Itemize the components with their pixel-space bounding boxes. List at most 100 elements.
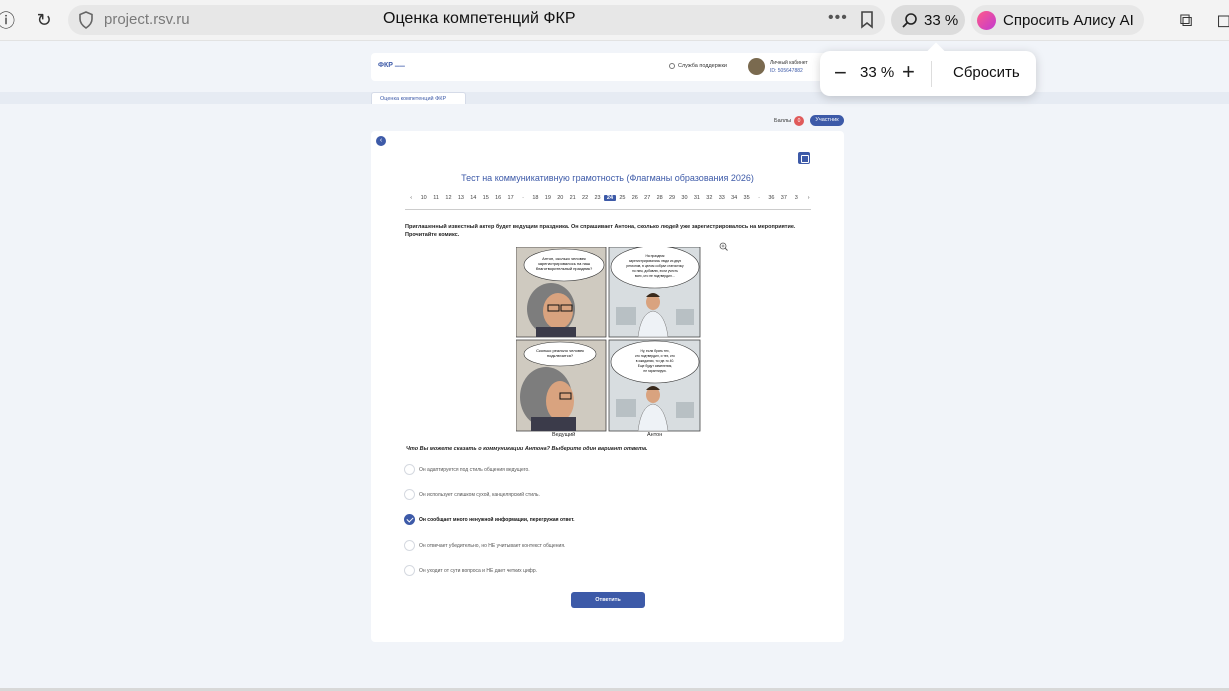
question-number[interactable]: 35 bbox=[740, 195, 752, 201]
question-number[interactable]: · bbox=[753, 195, 765, 201]
question-number[interactable]: 11 bbox=[430, 195, 442, 201]
answer-option[interactable]: Он использует слишком сухой, канцелярски… bbox=[404, 489, 540, 500]
svg-text:зарегистрировались люди из дву: зарегистрировались люди из двух bbox=[629, 259, 682, 263]
answer-option-selected[interactable]: Он сообщает много ненужной информации, п… bbox=[404, 514, 574, 525]
question-number[interactable]: 13 bbox=[455, 195, 467, 201]
extensions-icon[interactable]: ⧉ bbox=[1174, 8, 1198, 32]
site-info-icon[interactable]: ⓘ bbox=[0, 8, 18, 32]
tab-band bbox=[0, 92, 1229, 104]
question-number[interactable]: 32 bbox=[703, 195, 715, 201]
question-number[interactable]: ‹ bbox=[405, 195, 417, 201]
support-label: Служба поддержки bbox=[678, 63, 727, 69]
question-number[interactable]: 17 bbox=[504, 195, 516, 201]
test-card: ‹ Тест на коммуникативную грамотность (Ф… bbox=[371, 131, 844, 642]
question-number[interactable]: 28 bbox=[653, 195, 665, 201]
shield-icon bbox=[79, 11, 93, 29]
zoom-popup: − 33 % + Сбросить bbox=[820, 42, 1036, 96]
question-number[interactable]: 15 bbox=[480, 195, 492, 201]
radio-button[interactable] bbox=[404, 489, 415, 500]
question-number[interactable]: 34 bbox=[728, 195, 740, 201]
question-number[interactable]: 21 bbox=[566, 195, 578, 201]
svg-text:всех, кто не подтвердил…: всех, кто не подтвердил… bbox=[635, 274, 675, 278]
question-number[interactable]: 27 bbox=[641, 195, 653, 201]
option-label: Он адаптируется под стиль общения ведуще… bbox=[419, 466, 530, 473]
question-number[interactable]: 24 bbox=[603, 195, 617, 201]
cabinet-link[interactable]: Личный кабинет ID: 505647882 bbox=[770, 59, 808, 75]
role-badge: Участник bbox=[810, 115, 844, 126]
zoom-out-button[interactable]: − bbox=[834, 60, 847, 86]
radio-button[interactable] bbox=[404, 540, 415, 551]
answer-option[interactable]: Он уходит от сути вопроса и НЕ дает четк… bbox=[404, 565, 537, 576]
alice-icon bbox=[977, 10, 996, 30]
radio-button[interactable] bbox=[404, 565, 415, 576]
svg-text:в ожидании, то где-то 40.: в ожидании, то где-то 40. bbox=[636, 359, 675, 363]
bookmark-icon[interactable] bbox=[860, 11, 874, 29]
question-number[interactable]: · bbox=[517, 195, 529, 201]
cabinet-id: ID: 505647882 bbox=[770, 68, 803, 74]
site-logo[interactable]: ФКР ▬▬ bbox=[378, 62, 405, 69]
url-text[interactable]: project.rsv.ru bbox=[104, 11, 190, 28]
reload-icon[interactable]: ↻ bbox=[32, 8, 56, 32]
radio-button[interactable] bbox=[404, 464, 415, 475]
question-number[interactable]: 12 bbox=[442, 195, 454, 201]
logo-text: ФКР bbox=[378, 62, 393, 69]
score-label: Баллы bbox=[774, 118, 792, 124]
submit-button[interactable]: Ответить bbox=[571, 592, 645, 608]
svg-text:Ну, если брать тех,: Ну, если брать тех, bbox=[640, 349, 669, 353]
address-bar[interactable]: project.rsv.ru Оценка компетенций ФКР ••… bbox=[68, 5, 885, 35]
more-icon[interactable]: ••• bbox=[828, 9, 848, 27]
question-number[interactable]: 37 bbox=[778, 195, 790, 201]
score-badge: 0 bbox=[794, 116, 805, 126]
comic-image: Антон, сколько человек зарегистрировалос… bbox=[516, 247, 701, 432]
svg-text:подключится?: подключится? bbox=[547, 353, 574, 358]
radio-button-checked[interactable] bbox=[404, 514, 415, 525]
svg-text:не гарантирую.: не гарантирую. bbox=[643, 369, 666, 373]
question-text: Приглашенный известный актер будет ведущ… bbox=[405, 224, 796, 238]
question-number[interactable]: 30 bbox=[678, 195, 690, 201]
zoom-image-icon[interactable] bbox=[719, 242, 728, 251]
option-label: Он использует слишком сухой, канцелярски… bbox=[419, 491, 540, 498]
zoom-button[interactable]: 33 % bbox=[891, 5, 965, 35]
question-number[interactable]: 3 bbox=[790, 195, 802, 201]
question-number[interactable]: 26 bbox=[629, 195, 641, 201]
alice-button[interactable]: Спросить Алису AI bbox=[971, 5, 1144, 35]
fullscreen-icon[interactable] bbox=[798, 152, 810, 164]
question-number[interactable]: 10 bbox=[417, 195, 429, 201]
divider bbox=[405, 209, 811, 210]
score-block: Баллы 0 bbox=[774, 116, 805, 126]
support-link[interactable]: Служба поддержки bbox=[669, 63, 727, 69]
option-label: Он уходит от сути вопроса и НЕ дает четк… bbox=[419, 567, 538, 574]
question-number[interactable]: 20 bbox=[554, 195, 566, 201]
question-number[interactable]: › bbox=[803, 195, 815, 201]
browser-toolbar: ⓘ ↻ project.rsv.ru Оценка компетенций ФК… bbox=[0, 0, 1229, 41]
avatar[interactable] bbox=[748, 58, 765, 75]
tab-assessment[interactable]: Оценка компетенций ФКР bbox=[371, 92, 466, 104]
question-number[interactable]: 31 bbox=[691, 195, 703, 201]
question-number[interactable]: 36 bbox=[765, 195, 777, 201]
alice-label: Спросить Алису AI bbox=[1003, 11, 1134, 29]
svg-text:На праздник: На праздник bbox=[645, 254, 665, 258]
answer-option[interactable]: Он отвечает убедительно, но НЕ учитывает… bbox=[404, 540, 565, 551]
question-number[interactable]: 33 bbox=[716, 195, 728, 201]
answer-option[interactable]: Он адаптируется под стиль общения ведуще… bbox=[404, 464, 530, 475]
answer-prompt: Что Вы можете сказать о коммуникации Ант… bbox=[406, 446, 648, 452]
zoom-reset-button[interactable]: Сбросить bbox=[953, 64, 1020, 81]
caption-host: Ведущий bbox=[552, 432, 576, 438]
back-button[interactable]: ‹ bbox=[376, 136, 386, 146]
question-number[interactable]: 22 bbox=[579, 195, 591, 201]
question-number[interactable]: 16 bbox=[492, 195, 504, 201]
svg-text:регионов, в целом собрал стати: регионов, в целом собрал статистику bbox=[626, 264, 684, 268]
support-icon bbox=[669, 63, 675, 69]
question-number[interactable]: 14 bbox=[467, 195, 479, 201]
svg-text:Еще будут изменения,: Еще будут изменения, bbox=[638, 364, 673, 368]
question-number[interactable]: 18 bbox=[529, 195, 541, 201]
zoom-in-button[interactable]: + bbox=[902, 59, 915, 85]
question-number[interactable]: 29 bbox=[666, 195, 678, 201]
search-zoom-icon bbox=[902, 13, 917, 28]
option-label: Он отвечает убедительно, но НЕ учитывает… bbox=[419, 542, 566, 549]
question-number[interactable]: 19 bbox=[542, 195, 554, 201]
question-number[interactable]: 25 bbox=[616, 195, 628, 201]
profile-icon[interactable]: ◻ bbox=[1212, 8, 1229, 32]
question-navigation: ‹ 10 11 12 13 14 15 16 17 · 18 19 20 21 22 23 24 25 26 27 28… bbox=[405, 193, 815, 203]
question-number[interactable]: 23 bbox=[591, 195, 603, 201]
